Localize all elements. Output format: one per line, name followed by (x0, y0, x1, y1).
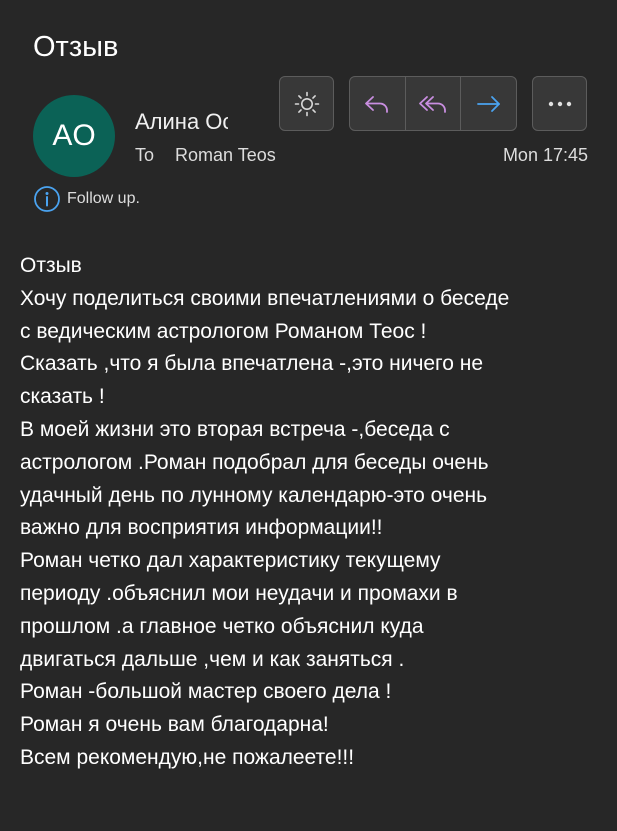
to-label: To (135, 145, 155, 165)
more-icon (548, 101, 571, 106)
sender-name[interactable]: Алина Осипова (135, 108, 228, 136)
forward-button[interactable] (460, 77, 516, 130)
more-actions-button[interactable] (532, 76, 587, 131)
recipient-name[interactable]: Roman Teos (175, 145, 276, 165)
body-line: В моей жизни это вторая встреча -,беседа… (20, 417, 450, 441)
body-line: Роман я очень вам благодарна! (20, 713, 329, 737)
message-body: Отзыв Хочу поделиться своими впечатления… (20, 250, 600, 775)
body-line: Отзыв (20, 254, 82, 277)
body-line: Роман четко дал характеристику текущему (20, 549, 441, 573)
body-line: важно для восприятия информации!! (20, 516, 383, 540)
body-line: Хочу поделиться своими впечатлениями о б… (20, 286, 510, 310)
reply-all-icon (419, 95, 446, 113)
reply-button-group (349, 76, 517, 131)
body-line: с ведическим астрологом Романом Теос ! (20, 319, 427, 343)
avatar[interactable]: AO (33, 95, 115, 177)
message-timestamp: Mon 17:45 (502, 145, 588, 165)
recipient-row: To Roman Teos (135, 144, 276, 166)
info-icon (33, 185, 61, 213)
toggle-theme-button[interactable] (279, 76, 334, 131)
body-line: удачный день по лунному календарю-это оч… (20, 483, 488, 507)
body-line: астрологом .Роман подобрал для беседы оч… (20, 450, 489, 474)
message-subject: Отзыв (33, 31, 119, 63)
body-line: Сказать ,что я была впечатлена -,это нич… (20, 352, 484, 376)
forward-arrow-icon (476, 95, 500, 112)
body-line: прошлом .а главное четко объяснил куда (20, 614, 424, 638)
body-line: двигаться дальше ,чем и как заняться . (20, 647, 405, 671)
body-line: Роман -большой мастер своего дела ! (20, 680, 392, 704)
follow-up-flag: Follow up. (33, 185, 140, 213)
reply-button[interactable] (350, 77, 405, 130)
body-line: Всем рекомендую,не пожалеете!!! (20, 745, 355, 769)
reply-icon (365, 95, 389, 113)
body-line: периоду .объяснил мои неудачи и промахи … (20, 581, 458, 605)
reply-all-button[interactable] (404, 77, 461, 130)
sun-icon (294, 91, 319, 116)
avatar-initials: AO (52, 119, 96, 152)
follow-up-text: Follow up. (67, 190, 140, 207)
body-line: сказать ! (20, 385, 105, 409)
